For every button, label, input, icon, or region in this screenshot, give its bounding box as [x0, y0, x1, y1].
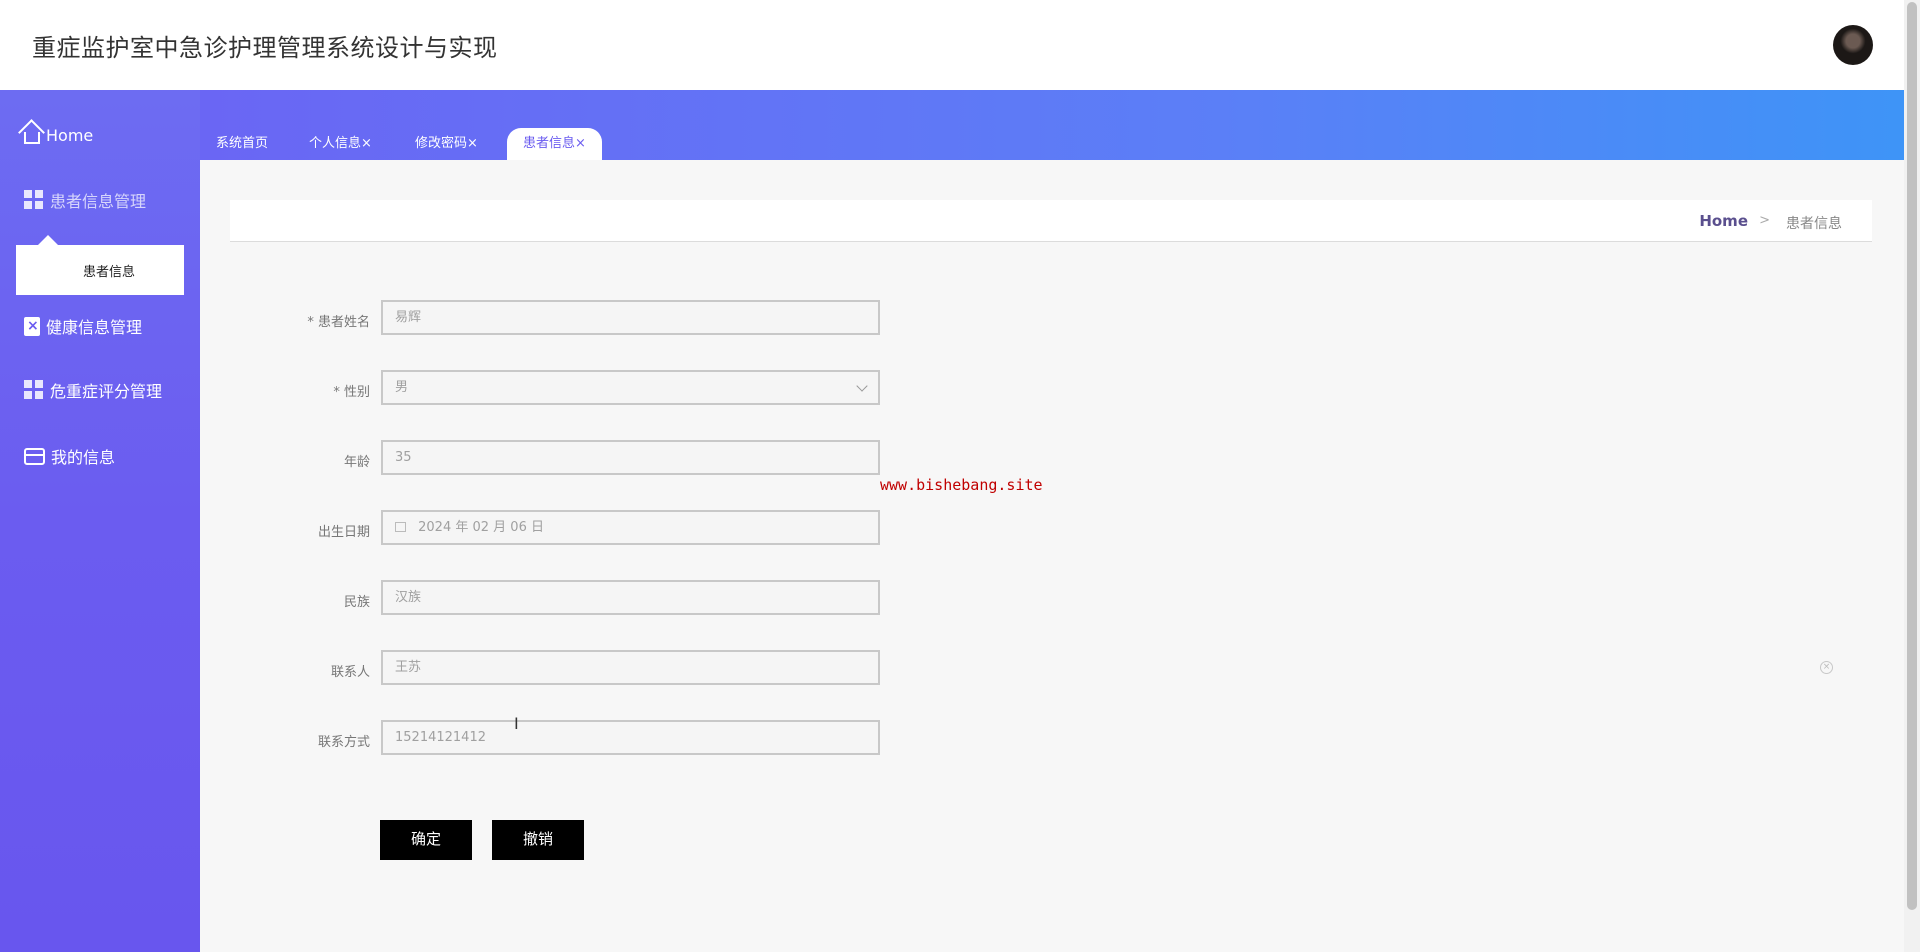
- tab-change-password[interactable]: 修改密码×: [415, 128, 478, 160]
- vertical-scrollbar[interactable]: [1904, 0, 1920, 952]
- label-gender: * 性别: [333, 385, 370, 400]
- gender-select-value: 男: [395, 380, 409, 395]
- sidebar-item-patient-info-mgmt[interactable]: 患者信息管理: [24, 185, 146, 215]
- text-cursor-icon: I: [514, 714, 519, 733]
- breadcrumb-separator: >: [1759, 213, 1770, 228]
- sidebar-item-my-info[interactable]: 我的信息: [24, 441, 115, 471]
- submenu-panel: 患者信息: [16, 235, 184, 295]
- label-contact-person: 联系人: [330, 665, 370, 680]
- chevron-down-icon: [856, 380, 868, 392]
- patient-name-input[interactable]: 易辉: [381, 300, 880, 335]
- ethnicity-input[interactable]: 汉族: [381, 580, 880, 615]
- scrollbar-thumb[interactable]: [1907, 2, 1917, 910]
- confirm-button[interactable]: 确定: [380, 820, 472, 860]
- sidebar: Home 患者信息管理 患者信息 健康信息管理 危重症评分管理 我的信息: [0, 90, 200, 952]
- sidebar-item-critical-score-mgmt[interactable]: 危重症评分管理: [24, 375, 162, 405]
- gender-select[interactable]: 男: [381, 370, 880, 405]
- cancel-button[interactable]: 撤销: [492, 820, 584, 860]
- app-title: 重症监护室中急诊护理管理系统设计与实现: [32, 34, 498, 62]
- calendar-icon: [395, 522, 406, 532]
- birth-date-picker[interactable]: 2024 年 02 月 06 日: [381, 510, 880, 545]
- tab-home[interactable]: 系统首页: [216, 128, 268, 160]
- label-contact-phone: 联系方式: [317, 735, 370, 750]
- clear-icon[interactable]: ×: [1820, 661, 1833, 674]
- age-input[interactable]: 35: [381, 440, 880, 475]
- breadcrumb-current: 患者信息: [1786, 216, 1842, 232]
- tab-personal-info[interactable]: 个人信息×: [309, 128, 372, 160]
- contact-phone-input[interactable]: 15214121412: [381, 720, 880, 755]
- label-age: 年龄: [343, 455, 370, 470]
- label-patient-name: * 患者姓名: [307, 315, 370, 330]
- breadcrumb: Home > 患者信息: [230, 200, 1872, 242]
- sidebar-item-label: 危重症评分管理: [50, 382, 163, 401]
- sidebar-item-label: 健康信息管理: [46, 318, 143, 337]
- user-avatar[interactable]: [1833, 25, 1873, 65]
- home-icon: [24, 132, 40, 144]
- birth-date-value: 2024 年 02 月 06 日: [418, 520, 544, 535]
- watermark-text: www.bishebang.site: [880, 476, 1043, 494]
- grid-icon: [24, 190, 44, 210]
- sidebar-item-label: Home: [46, 125, 94, 145]
- contact-person-input[interactable]: 王苏: [381, 650, 880, 685]
- sidebar-item-label: 我的信息: [51, 448, 116, 467]
- submenu-item-patient-info[interactable]: 患者信息: [83, 261, 135, 280]
- card-icon: [24, 447, 45, 465]
- clipboard-icon: [24, 316, 40, 336]
- app-header: 重症监护室中急诊护理管理系统设计与实现: [0, 0, 1904, 90]
- grid-icon: [24, 380, 44, 400]
- tab-patient-info[interactable]: 患者信息×: [507, 128, 602, 160]
- label-ethnicity: 民族: [343, 595, 370, 610]
- label-birth-date: 出生日期: [317, 525, 370, 540]
- sidebar-item-home[interactable]: Home: [24, 120, 93, 150]
- breadcrumb-home-link[interactable]: Home: [1699, 212, 1748, 230]
- sidebar-item-health-info-mgmt[interactable]: 健康信息管理: [24, 311, 142, 341]
- sidebar-item-label: 患者信息管理: [50, 192, 147, 211]
